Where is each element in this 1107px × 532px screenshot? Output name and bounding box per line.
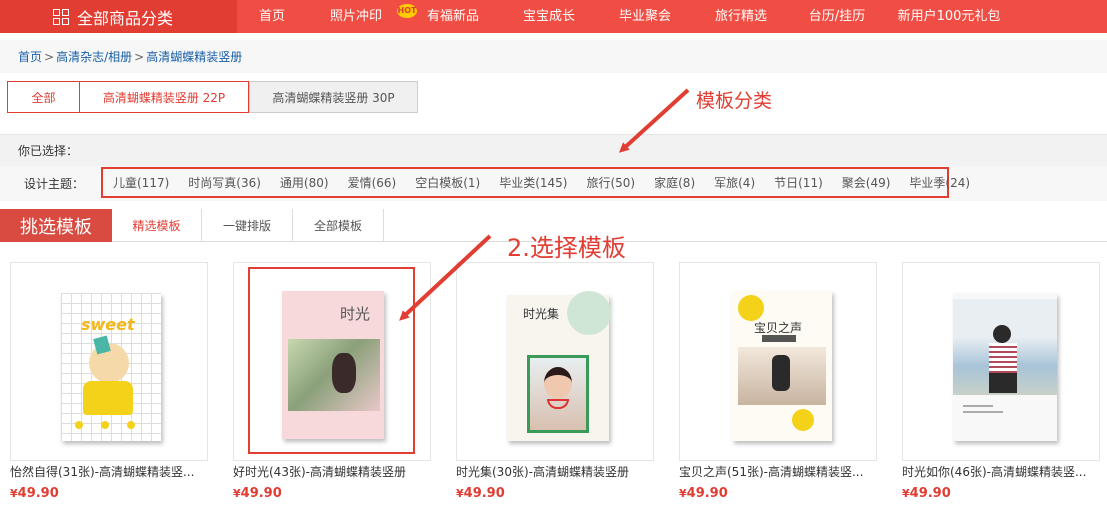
child-figure	[772, 355, 790, 391]
caption-line	[963, 405, 993, 407]
product-title[interactable]: 怡然自得(31张)-高清蝴蝶精装竖...	[10, 463, 208, 480]
product-card[interactable]: sweet 怡然自得(31张)-高清蝴蝶精装竖... ¥49.90	[10, 262, 208, 501]
breadcrumb-home[interactable]: 首页	[18, 48, 42, 65]
nav-item-calendar[interactable]: 台历/挂历	[789, 0, 885, 33]
theme-filter-general[interactable]: 通用(80)	[280, 174, 329, 191]
theme-label: 设计主题：	[24, 177, 85, 191]
caption-line	[963, 411, 1003, 413]
product-title[interactable]: 宝贝之声(51张)-高清蝴蝶精装竖...	[679, 463, 877, 480]
all-categories-label: 全部商品分类	[77, 8, 174, 28]
price-value: 49.90	[463, 486, 505, 501]
nav-item-travel[interactable]: 旅行精选	[693, 0, 789, 33]
nav-item-home[interactable]: 首页	[237, 0, 307, 33]
currency-symbol: ¥	[902, 487, 910, 500]
top-nav: 全部商品分类 首页 照片冲印 HOT 有福新品 宝宝成长 毕业聚会 旅行精选 台…	[0, 0, 1107, 33]
theme-filter-list: 儿童(117) 时尚写真(36) 通用(80) 爱情(66) 空白模板(1) 毕…	[101, 167, 970, 198]
cover-title: 宝贝之声	[754, 321, 803, 335]
annotation-select-template: 2.选择模板	[507, 234, 626, 262]
design-theme-row: 设计主题： 儿童(117) 时尚写真(36) 通用(80) 爱情(66) 空白模…	[0, 166, 1107, 201]
circle-decoration	[567, 291, 611, 335]
theme-filter-holiday[interactable]: 节日(11)	[774, 174, 823, 191]
product-card[interactable]: 时光如你(46张)-高清蝴蝶精装竖... ¥49.90	[902, 262, 1100, 501]
breadcrumb-magazine[interactable]: 高清杂志/相册	[56, 48, 132, 65]
product-price: ¥49.90	[902, 486, 1100, 501]
nav-item-baby[interactable]: 宝宝成长	[501, 0, 597, 33]
product-title[interactable]: 时光集(30张)-高清蝴蝶精装竖册	[456, 463, 654, 480]
price-value: 49.90	[17, 486, 59, 501]
nav-item-new[interactable]: 有福新品	[405, 0, 501, 33]
tab-one-click-layout[interactable]: 一键排版	[202, 209, 293, 242]
dot-decoration	[101, 421, 109, 429]
price-value: 49.90	[909, 486, 951, 501]
theme-filter-children[interactable]: 儿童(117)	[113, 174, 169, 191]
album-tab-22p[interactable]: 高清蝴蝶精装竖册 22P	[80, 81, 249, 113]
album-tab-30p[interactable]: 高清蝴蝶精装竖册 30P	[249, 81, 418, 113]
category-grid-icon	[53, 8, 69, 25]
breadcrumb-current[interactable]: 高清蝴蝶精装竖册	[146, 48, 242, 65]
pick-template-header: 挑选模板	[0, 209, 112, 242]
theme-filter-family[interactable]: 家庭(8)	[654, 174, 695, 191]
selected-template-highlight	[248, 267, 415, 454]
product-thumbnail[interactable]: sweet	[10, 262, 208, 461]
child-outfit	[83, 381, 133, 415]
product-price: ¥49.90	[233, 486, 431, 501]
portrait-head	[993, 325, 1011, 343]
dot-decoration	[75, 421, 83, 429]
chosen-filters-row: 你已选择：	[0, 134, 1107, 166]
theme-filter-love[interactable]: 爱情(66)	[348, 174, 397, 191]
nav-item-new-user-gift[interactable]: 新用户100元礼包	[885, 0, 1013, 33]
theme-filter-fashion[interactable]: 时尚写真(36)	[188, 174, 261, 191]
album-cover: 时光集	[507, 291, 611, 441]
title-tag	[762, 335, 796, 342]
theme-filter-blank[interactable]: 空白模板(1)	[415, 174, 480, 191]
tab-featured-templates[interactable]: 精选模板	[112, 209, 202, 242]
album-cover	[953, 293, 1057, 441]
theme-filter-travel[interactable]: 旅行(50)	[586, 174, 635, 191]
theme-filter-military[interactable]: 军旅(4)	[714, 174, 755, 191]
product-title[interactable]: 时光如你(46张)-高清蝴蝶精装竖...	[902, 463, 1100, 480]
product-price: ¥49.90	[456, 486, 654, 501]
sun-decoration	[738, 295, 764, 321]
nav-item-photo-print[interactable]: 照片冲印 HOT	[307, 0, 417, 33]
nav-items: 首页 照片冲印 HOT 有福新品 宝宝成长 毕业聚会 旅行精选 台历/挂历 新用…	[237, 0, 1013, 33]
breadcrumb-separator: >	[134, 49, 145, 64]
currency-symbol: ¥	[679, 487, 687, 500]
theme-filter-party[interactable]: 聚会(49)	[842, 174, 891, 191]
theme-filter-graduation[interactable]: 毕业类(145)	[499, 174, 567, 191]
product-price: ¥49.90	[679, 486, 877, 501]
album-format-tabs: 全部 高清蝴蝶精装竖册 22P 高清蝴蝶精装竖册 30P	[7, 81, 418, 113]
cover-title: sweet	[81, 315, 135, 334]
currency-symbol: ¥	[456, 487, 464, 500]
album-cover: 宝贝之声	[732, 291, 832, 441]
breadcrumb: 首页 > 高清杂志/相册 > 高清蝴蝶精装竖册	[0, 40, 1107, 73]
portrait-face	[544, 367, 572, 399]
nav-item-label: 照片冲印	[329, 9, 382, 24]
album-cover: sweet	[61, 293, 161, 441]
cover-title: 时光集	[523, 307, 560, 321]
annotation-template-category: 模板分类	[696, 90, 773, 112]
ball-decoration	[792, 409, 814, 431]
currency-symbol: ¥	[10, 487, 18, 500]
price-value: 49.90	[686, 486, 728, 501]
portrait-pants	[989, 373, 1017, 393]
album-tab-all[interactable]: 全部	[7, 81, 80, 113]
product-thumbnail[interactable]: 时光集	[456, 262, 654, 461]
theme-filter-graduation-season[interactable]: 毕业季(24)	[909, 174, 970, 191]
product-title[interactable]: 好时光(43张)-高清蝴蝶精装竖册	[233, 463, 431, 480]
currency-symbol: ¥	[233, 487, 241, 500]
product-price: ¥49.90	[10, 486, 208, 501]
product-thumbnail[interactable]: 宝贝之声	[679, 262, 877, 461]
dot-decoration	[127, 421, 135, 429]
product-card[interactable]: 时光集 时光集(30张)-高清蝴蝶精装竖册 ¥49.90	[456, 262, 654, 501]
breadcrumb-separator: >	[44, 49, 55, 64]
nav-item-graduation[interactable]: 毕业聚会	[597, 0, 693, 33]
product-thumbnail[interactable]	[902, 262, 1100, 461]
chosen-label: 你已选择：	[18, 144, 79, 158]
all-categories-button[interactable]: 全部商品分类	[0, 0, 237, 33]
striped-shirt	[989, 343, 1017, 373]
product-card[interactable]: 宝贝之声 宝贝之声(51张)-高清蝴蝶精装竖... ¥49.90	[679, 262, 877, 501]
tab-all-templates[interactable]: 全部模板	[293, 209, 384, 242]
price-value: 49.90	[240, 486, 282, 501]
